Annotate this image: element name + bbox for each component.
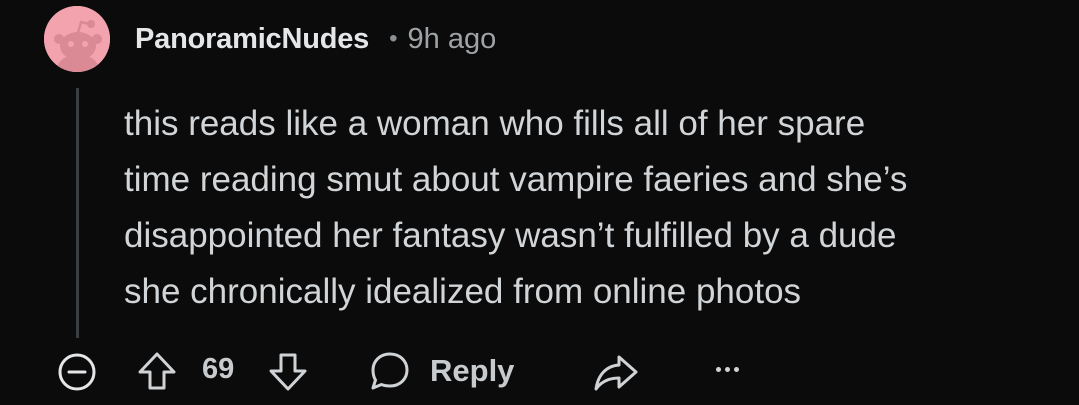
chat-bubble-icon (371, 352, 409, 390)
share-arrow-icon (594, 355, 638, 391)
more-options-button[interactable] (716, 367, 739, 372)
reply-label: Reply (430, 353, 515, 388)
comment: PanoramicNudes • 9h ago this reads like … (0, 0, 1079, 405)
downvote-button[interactable] (266, 350, 310, 399)
collapse-button[interactable] (56, 351, 98, 398)
comment-action-bar: 69 Reply (0, 345, 1079, 395)
thread-line[interactable] (76, 88, 79, 338)
username[interactable]: PanoramicNudes (135, 23, 369, 56)
share-button[interactable] (593, 353, 639, 398)
more-options-icon (725, 367, 730, 372)
downvote-arrow-icon (269, 353, 307, 391)
avatar[interactable] (44, 6, 110, 72)
separator-dot: • (389, 25, 398, 52)
upvote-button[interactable] (135, 349, 179, 398)
reply-button[interactable]: Reply (368, 349, 514, 393)
comment-header: PanoramicNudes • 9h ago (135, 20, 496, 58)
vote-score: 69 (202, 353, 235, 385)
more-options-icon (716, 367, 721, 372)
comment-body-line: time reading smut about vampire faeries … (124, 160, 908, 199)
comment-body-line: disappointed her fantasy wasn’t fulfille… (124, 216, 897, 255)
timestamp: 9h ago (407, 22, 497, 55)
comment-body-line: she chronically idealized from online ph… (124, 272, 802, 311)
reddit-snoo-avatar-icon (44, 6, 110, 72)
collapse-minus-icon (58, 353, 96, 391)
comment-body-line: this reads like a woman who fills all of… (124, 104, 866, 143)
comment-body: this reads like a woman who fills all of… (124, 96, 1054, 320)
more-options-icon (734, 367, 739, 372)
upvote-arrow-icon (138, 352, 176, 390)
